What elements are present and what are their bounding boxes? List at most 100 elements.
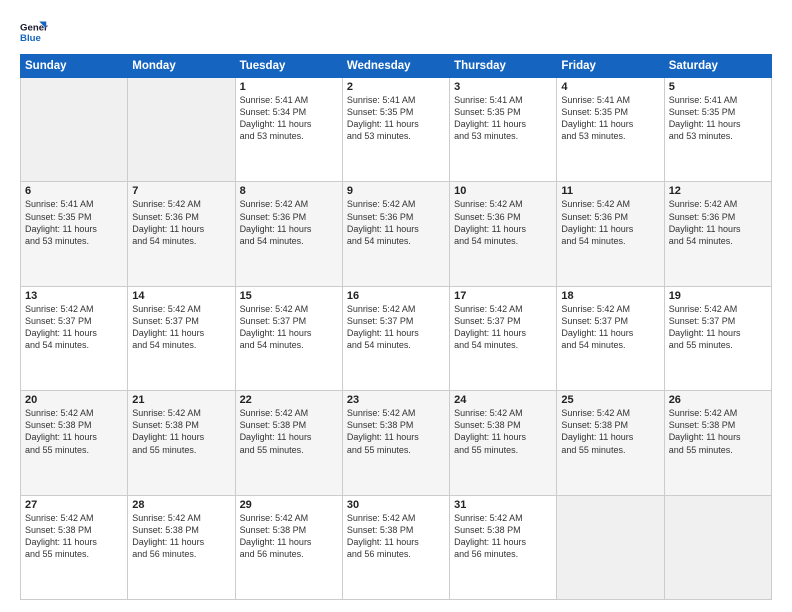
day-info: Sunrise: 5:41 AM Sunset: 5:35 PM Dayligh…: [669, 94, 767, 143]
day-number: 13: [25, 290, 123, 302]
calendar-cell: 21Sunrise: 5:42 AM Sunset: 5:38 PM Dayli…: [128, 391, 235, 495]
svg-text:Blue: Blue: [20, 33, 41, 44]
calendar-cell: 2Sunrise: 5:41 AM Sunset: 5:35 PM Daylig…: [342, 78, 449, 182]
weekday-header-row: SundayMondayTuesdayWednesdayThursdayFrid…: [21, 55, 772, 78]
calendar-cell: [557, 495, 664, 599]
calendar-cell: 17Sunrise: 5:42 AM Sunset: 5:37 PM Dayli…: [450, 286, 557, 390]
logo: General Blue: [20, 18, 48, 46]
calendar-cell: [664, 495, 771, 599]
calendar-cell: 20Sunrise: 5:42 AM Sunset: 5:38 PM Dayli…: [21, 391, 128, 495]
day-number: 1: [240, 81, 338, 93]
calendar-cell: 31Sunrise: 5:42 AM Sunset: 5:38 PM Dayli…: [450, 495, 557, 599]
day-number: 22: [240, 394, 338, 406]
day-info: Sunrise: 5:42 AM Sunset: 5:37 PM Dayligh…: [25, 303, 123, 352]
day-number: 28: [132, 499, 230, 511]
calendar-cell: 29Sunrise: 5:42 AM Sunset: 5:38 PM Dayli…: [235, 495, 342, 599]
calendar-cell: 10Sunrise: 5:42 AM Sunset: 5:36 PM Dayli…: [450, 182, 557, 286]
calendar-cell: 18Sunrise: 5:42 AM Sunset: 5:37 PM Dayli…: [557, 286, 664, 390]
calendar-week-3: 13Sunrise: 5:42 AM Sunset: 5:37 PM Dayli…: [21, 286, 772, 390]
calendar-cell: 9Sunrise: 5:42 AM Sunset: 5:36 PM Daylig…: [342, 182, 449, 286]
page: General Blue SundayMondayTuesdayWednesda…: [0, 0, 792, 612]
day-number: 2: [347, 81, 445, 93]
day-info: Sunrise: 5:42 AM Sunset: 5:38 PM Dayligh…: [347, 512, 445, 561]
day-number: 6: [25, 185, 123, 197]
day-info: Sunrise: 5:42 AM Sunset: 5:38 PM Dayligh…: [25, 512, 123, 561]
day-number: 25: [561, 394, 659, 406]
day-info: Sunrise: 5:42 AM Sunset: 5:36 PM Dayligh…: [347, 198, 445, 247]
day-number: 27: [25, 499, 123, 511]
day-info: Sunrise: 5:42 AM Sunset: 5:38 PM Dayligh…: [669, 407, 767, 456]
day-info: Sunrise: 5:41 AM Sunset: 5:35 PM Dayligh…: [347, 94, 445, 143]
day-number: 11: [561, 185, 659, 197]
calendar-cell: 8Sunrise: 5:42 AM Sunset: 5:36 PM Daylig…: [235, 182, 342, 286]
day-number: 14: [132, 290, 230, 302]
day-info: Sunrise: 5:42 AM Sunset: 5:38 PM Dayligh…: [240, 407, 338, 456]
day-info: Sunrise: 5:42 AM Sunset: 5:37 PM Dayligh…: [240, 303, 338, 352]
header: General Blue: [20, 18, 772, 46]
calendar-cell: 26Sunrise: 5:42 AM Sunset: 5:38 PM Dayli…: [664, 391, 771, 495]
calendar-cell: [128, 78, 235, 182]
calendar-cell: 3Sunrise: 5:41 AM Sunset: 5:35 PM Daylig…: [450, 78, 557, 182]
weekday-header-thursday: Thursday: [450, 55, 557, 78]
calendar-cell: 6Sunrise: 5:41 AM Sunset: 5:35 PM Daylig…: [21, 182, 128, 286]
calendar-cell: 14Sunrise: 5:42 AM Sunset: 5:37 PM Dayli…: [128, 286, 235, 390]
calendar-cell: 7Sunrise: 5:42 AM Sunset: 5:36 PM Daylig…: [128, 182, 235, 286]
calendar-cell: 15Sunrise: 5:42 AM Sunset: 5:37 PM Dayli…: [235, 286, 342, 390]
day-number: 31: [454, 499, 552, 511]
day-info: Sunrise: 5:42 AM Sunset: 5:38 PM Dayligh…: [132, 512, 230, 561]
day-number: 9: [347, 185, 445, 197]
day-info: Sunrise: 5:42 AM Sunset: 5:36 PM Dayligh…: [561, 198, 659, 247]
day-number: 15: [240, 290, 338, 302]
day-number: 10: [454, 185, 552, 197]
weekday-header-saturday: Saturday: [664, 55, 771, 78]
day-info: Sunrise: 5:42 AM Sunset: 5:37 PM Dayligh…: [132, 303, 230, 352]
day-info: Sunrise: 5:42 AM Sunset: 5:36 PM Dayligh…: [454, 198, 552, 247]
calendar-cell: 5Sunrise: 5:41 AM Sunset: 5:35 PM Daylig…: [664, 78, 771, 182]
calendar-cell: [21, 78, 128, 182]
calendar-cell: 25Sunrise: 5:42 AM Sunset: 5:38 PM Dayli…: [557, 391, 664, 495]
calendar-week-5: 27Sunrise: 5:42 AM Sunset: 5:38 PM Dayli…: [21, 495, 772, 599]
day-info: Sunrise: 5:42 AM Sunset: 5:37 PM Dayligh…: [454, 303, 552, 352]
day-number: 8: [240, 185, 338, 197]
logo-icon: General Blue: [20, 18, 48, 46]
day-info: Sunrise: 5:42 AM Sunset: 5:38 PM Dayligh…: [25, 407, 123, 456]
calendar-cell: 19Sunrise: 5:42 AM Sunset: 5:37 PM Dayli…: [664, 286, 771, 390]
day-number: 12: [669, 185, 767, 197]
weekday-header-wednesday: Wednesday: [342, 55, 449, 78]
day-info: Sunrise: 5:41 AM Sunset: 5:35 PM Dayligh…: [561, 94, 659, 143]
day-info: Sunrise: 5:41 AM Sunset: 5:34 PM Dayligh…: [240, 94, 338, 143]
day-number: 17: [454, 290, 552, 302]
day-number: 18: [561, 290, 659, 302]
day-info: Sunrise: 5:42 AM Sunset: 5:38 PM Dayligh…: [561, 407, 659, 456]
calendar-cell: 1Sunrise: 5:41 AM Sunset: 5:34 PM Daylig…: [235, 78, 342, 182]
day-number: 3: [454, 81, 552, 93]
calendar-week-4: 20Sunrise: 5:42 AM Sunset: 5:38 PM Dayli…: [21, 391, 772, 495]
calendar-week-1: 1Sunrise: 5:41 AM Sunset: 5:34 PM Daylig…: [21, 78, 772, 182]
day-number: 30: [347, 499, 445, 511]
day-number: 20: [25, 394, 123, 406]
calendar-cell: 28Sunrise: 5:42 AM Sunset: 5:38 PM Dayli…: [128, 495, 235, 599]
calendar-cell: 22Sunrise: 5:42 AM Sunset: 5:38 PM Dayli…: [235, 391, 342, 495]
weekday-header-sunday: Sunday: [21, 55, 128, 78]
day-info: Sunrise: 5:42 AM Sunset: 5:38 PM Dayligh…: [240, 512, 338, 561]
day-info: Sunrise: 5:42 AM Sunset: 5:38 PM Dayligh…: [132, 407, 230, 456]
day-number: 26: [669, 394, 767, 406]
day-info: Sunrise: 5:42 AM Sunset: 5:36 PM Dayligh…: [669, 198, 767, 247]
calendar-week-2: 6Sunrise: 5:41 AM Sunset: 5:35 PM Daylig…: [21, 182, 772, 286]
day-number: 24: [454, 394, 552, 406]
day-number: 7: [132, 185, 230, 197]
day-info: Sunrise: 5:42 AM Sunset: 5:38 PM Dayligh…: [454, 407, 552, 456]
calendar-cell: 4Sunrise: 5:41 AM Sunset: 5:35 PM Daylig…: [557, 78, 664, 182]
day-info: Sunrise: 5:42 AM Sunset: 5:36 PM Dayligh…: [240, 198, 338, 247]
day-number: 16: [347, 290, 445, 302]
calendar-cell: 16Sunrise: 5:42 AM Sunset: 5:37 PM Dayli…: [342, 286, 449, 390]
weekday-header-tuesday: Tuesday: [235, 55, 342, 78]
calendar-cell: 23Sunrise: 5:42 AM Sunset: 5:38 PM Dayli…: [342, 391, 449, 495]
weekday-header-friday: Friday: [557, 55, 664, 78]
calendar-table: SundayMondayTuesdayWednesdayThursdayFrid…: [20, 54, 772, 600]
day-info: Sunrise: 5:41 AM Sunset: 5:35 PM Dayligh…: [454, 94, 552, 143]
day-number: 4: [561, 81, 659, 93]
day-number: 29: [240, 499, 338, 511]
day-info: Sunrise: 5:42 AM Sunset: 5:36 PM Dayligh…: [132, 198, 230, 247]
calendar-cell: 27Sunrise: 5:42 AM Sunset: 5:38 PM Dayli…: [21, 495, 128, 599]
